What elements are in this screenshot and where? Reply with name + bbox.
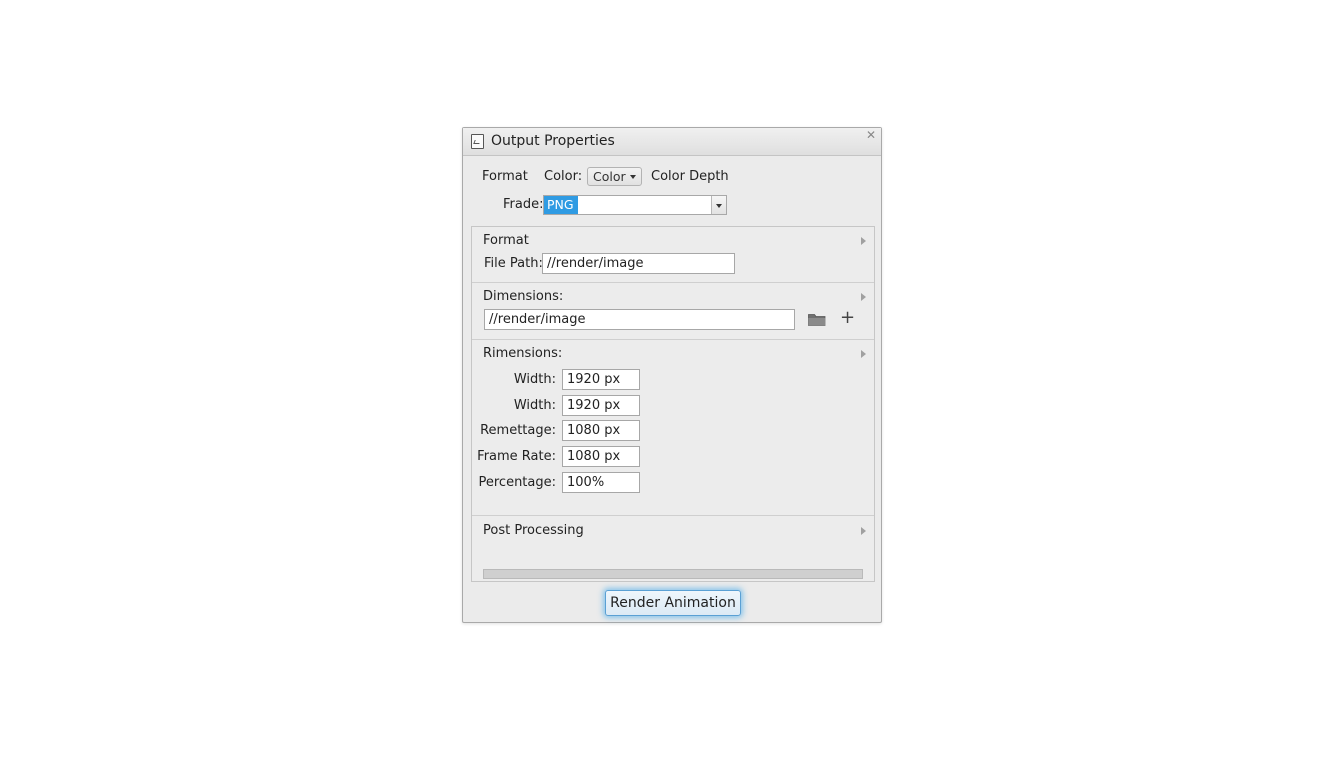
- close-icon[interactable]: ✕: [866, 128, 876, 142]
- frade-label: Frade:: [503, 197, 544, 212]
- width-label: Width:: [513, 372, 556, 387]
- width-input[interactable]: [562, 369, 640, 390]
- color-depth-label: Color Depth: [651, 169, 729, 184]
- post-processing-section-title: Post Processing: [483, 523, 584, 538]
- format-section-title: Format: [483, 233, 529, 248]
- percentage-label: Percentage:: [478, 475, 556, 490]
- frame-rate-input[interactable]: [562, 446, 640, 467]
- expand-arrow-icon[interactable]: [861, 293, 866, 301]
- expand-arrow-icon[interactable]: [861, 237, 866, 245]
- frade-selected-value: PNG: [544, 196, 578, 214]
- chevron-down-icon: [630, 175, 636, 179]
- expand-arrow-icon[interactable]: [861, 350, 866, 358]
- remettage-label: Remettage:: [480, 423, 556, 438]
- file-path-label: File Path:: [484, 256, 543, 271]
- chevron-down-icon[interactable]: [711, 196, 726, 214]
- frame-rate-label: Frame Rate:: [477, 449, 556, 464]
- width-input-2[interactable]: [562, 395, 640, 416]
- file-path-input[interactable]: [542, 253, 735, 274]
- dialog-title: Output Properties: [491, 133, 615, 149]
- remettage-input[interactable]: [562, 420, 640, 441]
- section-divider: [472, 282, 874, 283]
- format-label: Format: [482, 169, 528, 184]
- color-select[interactable]: Color: [587, 167, 642, 186]
- section-divider: [472, 339, 874, 340]
- document-chart-icon: [471, 134, 484, 149]
- settings-panel: Format File Path: Dimensions: + Rimensio…: [471, 226, 875, 582]
- section-divider: [472, 515, 874, 516]
- add-icon[interactable]: +: [840, 307, 855, 328]
- title-bar[interactable]: Output Properties ✕: [463, 128, 881, 156]
- folder-icon[interactable]: [808, 313, 826, 326]
- dimensions-section-title: Dimensions:: [483, 289, 564, 304]
- rimensions-section-title: Rimensions:: [483, 346, 563, 361]
- width-label-2: Width:: [513, 398, 556, 413]
- render-animation-button[interactable]: Render Animation: [605, 590, 741, 616]
- expand-arrow-icon[interactable]: [861, 527, 866, 535]
- color-select-value: Color: [593, 169, 626, 184]
- percentage-input[interactable]: [562, 472, 640, 493]
- output-path-input[interactable]: [484, 309, 795, 330]
- horizontal-scrollbar[interactable]: [483, 569, 863, 579]
- output-properties-dialog: Output Properties ✕ Format Color: Color …: [462, 127, 882, 623]
- color-label: Color:: [544, 169, 583, 184]
- frade-combo[interactable]: PNG: [543, 195, 727, 215]
